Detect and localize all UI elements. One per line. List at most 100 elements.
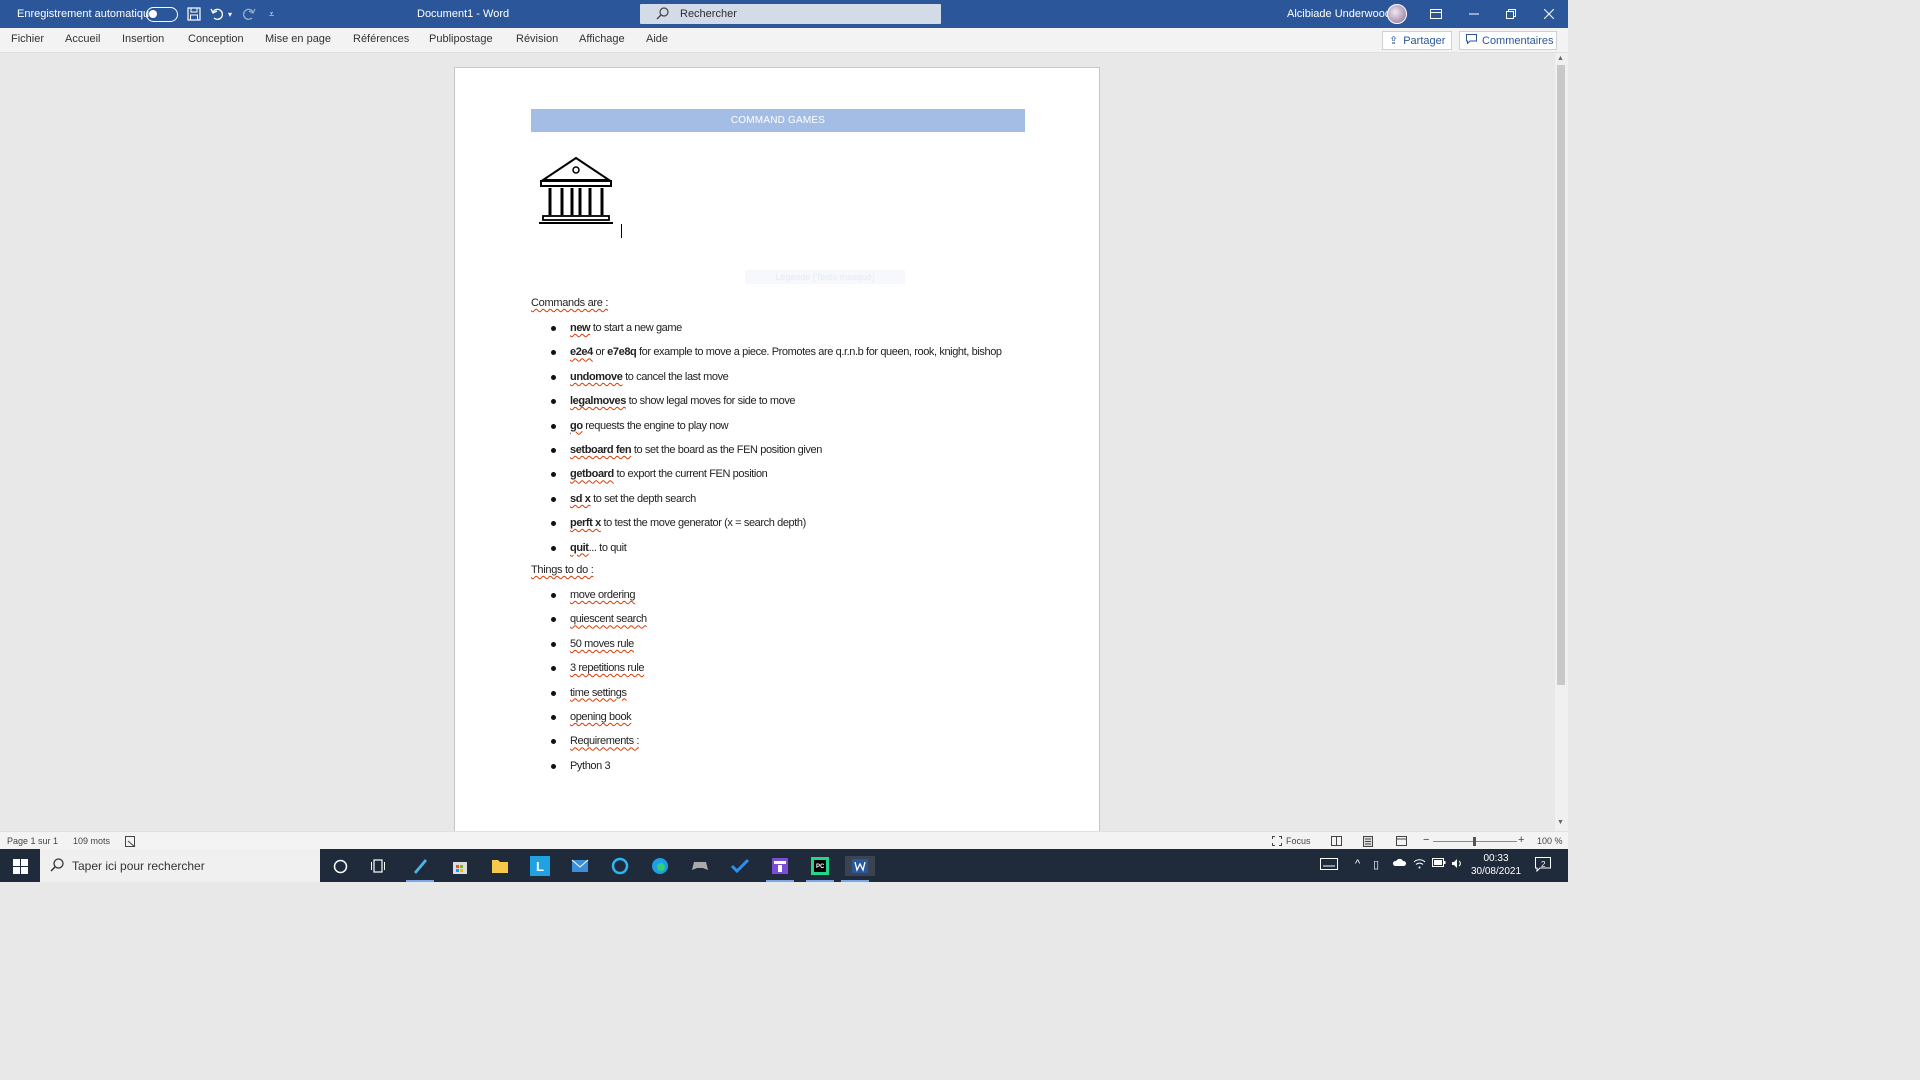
show-hidden-icons-chevron-icon[interactable]: ^ [1355,858,1360,870]
command-list-item: legalmoves to show legal moves for side … [570,395,796,408]
word-count[interactable]: 109 mots [73,836,110,846]
search-placeholder: Rechercher [680,8,737,20]
tab-references[interactable]: Références [353,33,409,45]
volume-icon[interactable] [1451,858,1464,872]
tab-revision[interactable]: Révision [516,33,558,45]
onedrive-icon[interactable] [1392,858,1407,870]
proofing-icon[interactable] [125,836,136,849]
text-cursor [621,224,622,238]
tab-conception[interactable]: Conception [188,33,244,45]
tab-affichage[interactable]: Affichage [579,33,625,45]
command-list-item: go requests the engine to play now [570,419,729,432]
tab-accueil[interactable]: Accueil [65,33,100,45]
ribbon-display-icon[interactable] [1417,0,1455,28]
zoom-in-icon[interactable]: + [1518,834,1524,846]
bullet [551,617,556,623]
taskbar-search-input[interactable]: Taper ici pour rechercher [40,849,320,882]
windows-start-icon[interactable] [10,856,30,876]
autosave-toggle[interactable] [146,0,178,28]
document-area[interactable]: COMMAND GAMES Légende (Texte masqué) Com… [0,53,1555,831]
customize-toolbar-icon[interactable]: ⩡ [269,0,274,28]
avatar[interactable] [1387,0,1407,28]
calculator-app-icon[interactable] [766,856,794,882]
cortana-ring-icon[interactable] [610,856,630,876]
minimize-icon[interactable] [1455,0,1493,28]
close-icon[interactable] [1530,0,1568,28]
command-list-item: quit... to quit [570,541,627,554]
read-mode-icon[interactable] [1331,836,1342,848]
cortana-icon[interactable] [330,856,350,876]
restore-icon[interactable] [1492,0,1530,28]
commands-heading: Commands are : [531,297,609,309]
app-icon-notes[interactable] [406,856,434,882]
taskbar: Taper ici pour rechercher L PC ^ ▯ 00:33… [0,849,1568,882]
todo-list-item: 3 repetitions rule [570,662,645,675]
tab-publipostage[interactable]: Publipostage [429,33,493,45]
tab-fichier[interactable]: Fichier [11,33,44,45]
scroll-down-icon[interactable]: ▼ [1557,819,1564,826]
print-layout-icon[interactable] [1363,836,1373,849]
mail-icon[interactable] [570,856,590,876]
search-icon [50,858,64,875]
todo-list-item: opening book [570,711,632,723]
todo-check-icon[interactable] [730,856,750,876]
focus-icon[interactable] [1272,836,1282,848]
undo-dropdown-icon[interactable]: ▾ [228,0,232,28]
device-icon[interactable]: ▯ [1373,858,1379,871]
bullet [551,521,556,527]
autosave-label: Enregistrement automatique [17,8,156,20]
vertical-scrollbar[interactable]: ▲ ▼ [1555,53,1568,831]
keyboard-icon[interactable] [1320,858,1338,873]
bank-building-icon [539,156,613,231]
web-layout-icon[interactable] [1396,836,1407,848]
save-icon[interactable] [187,0,201,28]
bullet [551,399,556,405]
todo-list-item: 50 moves rule [570,637,634,650]
bullet [551,423,556,429]
bullet [551,690,556,696]
command-list-item: e2e4 or e7e8q for example to move a piec… [570,346,1002,359]
comment-icon [1466,34,1477,47]
tab-aide[interactable]: Aide [646,33,668,45]
command-list-item: undomove to cancel the last move [570,370,729,383]
edge-icon[interactable] [650,856,670,876]
scroll-up-icon[interactable]: ▲ [1557,55,1564,62]
comments-label: Commentaires [1482,34,1554,47]
share-button[interactable]: ⇪ Partager [1382,31,1452,50]
zoom-level[interactable]: 100 % [1537,836,1563,846]
command-list-item: perft x to test the move generator (x = … [570,517,806,530]
redo-icon[interactable] [242,0,256,28]
taskbar-clock[interactable]: 00:33 30/08/2021 [1468,852,1524,878]
bullet [551,326,556,331]
bullet [551,739,556,745]
pycharm-icon[interactable]: PC [806,856,834,882]
bullet [551,715,556,720]
page-indicator[interactable]: Page 1 sur 1 [7,836,58,846]
search-icon [656,7,669,23]
tab-mise-en-page[interactable]: Mise en page [265,33,331,45]
comments-button[interactable]: Commentaires [1459,31,1557,50]
title-bar: Enregistrement automatique ▾ ⩡ Document1… [0,0,1568,28]
search-box[interactable]: Rechercher [640,4,941,24]
hidden-caption: Légende (Texte masqué) [745,270,905,284]
file-explorer-icon[interactable] [490,856,510,876]
store-icon[interactable] [450,856,470,876]
app-icon-l[interactable]: L [530,856,550,876]
bullet [551,593,556,598]
clock-time: 00:33 [1483,853,1509,864]
task-view-icon[interactable] [369,856,389,876]
bullet [551,350,556,356]
wifi-icon[interactable] [1413,858,1426,872]
game-controller-icon[interactable] [690,856,710,876]
scrollbar-thumb[interactable] [1557,65,1565,685]
undo-icon[interactable] [210,0,224,28]
focus-label[interactable]: Focus [1286,836,1311,846]
tab-insertion[interactable]: Insertion [122,33,164,45]
battery-icon[interactable] [1432,858,1446,870]
zoom-slider-thumb[interactable] [1473,837,1476,846]
svg-text:PC: PC [816,864,825,870]
document-page[interactable]: COMMAND GAMES Légende (Texte masqué) Com… [454,67,1100,831]
word-app-icon[interactable] [841,856,875,882]
user-name[interactable]: Alcibiade Underwood [1287,0,1391,28]
zoom-out-icon[interactable]: − [1423,834,1429,846]
